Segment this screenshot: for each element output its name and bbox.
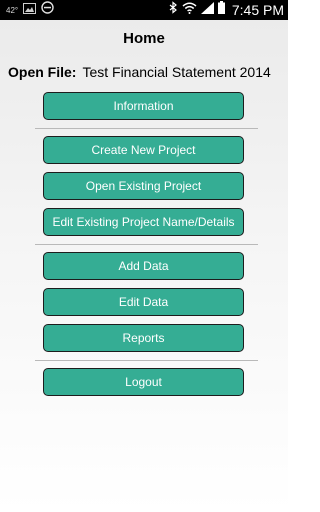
information-button[interactable]: Information (43, 92, 244, 120)
open-file-name: Test Financial Statement 2014 (82, 64, 271, 80)
wifi-icon (182, 1, 197, 19)
signal-icon (200, 1, 214, 19)
temperature-label: 42° (6, 5, 19, 15)
open-file-row: Open File: Test Financial Statement 2014 (8, 64, 288, 80)
divider (35, 244, 258, 245)
open-file-label: Open File: (8, 64, 77, 80)
image-icon (23, 1, 37, 19)
page-title: Home (123, 30, 165, 47)
do-not-disturb-icon (41, 1, 54, 19)
bluetooth-icon (169, 1, 178, 19)
reports-button[interactable]: Reports (43, 324, 244, 352)
status-bar: 42° 7:45 PM (0, 0, 288, 20)
divider (35, 360, 258, 361)
create-new-project-button[interactable]: Create New Project (43, 136, 244, 164)
add-data-button[interactable]: Add Data (43, 252, 244, 280)
battery-icon (217, 1, 225, 19)
open-existing-project-button[interactable]: Open Existing Project (43, 172, 244, 200)
status-bar-right: 7:45 PM (169, 0, 284, 20)
clock: 7:45 PM (231, 2, 284, 18)
edit-existing-project-button[interactable]: Edit Existing Project Name/Details (43, 208, 244, 236)
home-screen: Home Open File: Test Financial Statement … (0, 20, 288, 512)
edit-data-button[interactable]: Edit Data (43, 288, 244, 316)
logout-button[interactable]: Logout (43, 368, 244, 396)
status-bar-left: 42° (6, 1, 54, 19)
divider (35, 128, 258, 129)
